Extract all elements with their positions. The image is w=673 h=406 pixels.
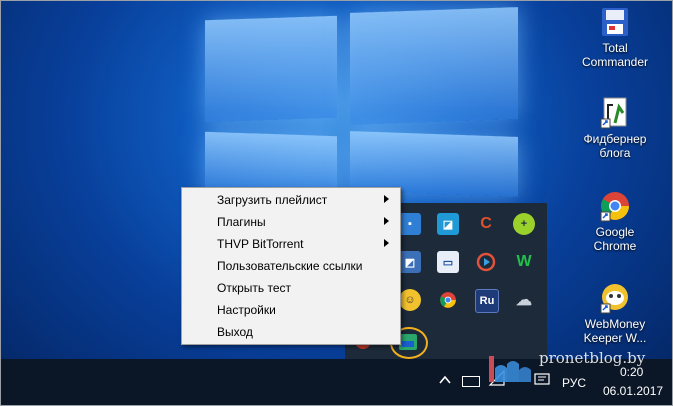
tray-app-icon-5[interactable]: ◩ [399,251,421,273]
desktop-icon-chrome[interactable]: Google Chrome [572,190,658,253]
tray-plus-icon[interactable]: + [513,213,535,235]
menu-item-label: THVP BitTorrent [217,237,304,251]
menu-item-label: Открыть тест [217,281,291,295]
battery-icon[interactable] [462,376,480,387]
tray-player-icon[interactable] [475,251,497,273]
tray-webmoney-icon[interactable]: ☺ [399,289,421,311]
menu-item-label: Загрузить плейлист [217,193,328,207]
chevron-up-icon[interactable] [438,373,452,387]
tray-app-icon-2[interactable]: ◪ [437,213,459,235]
watermark-bars-icon [489,356,531,382]
feedburner-shortcut-icon [599,97,631,129]
tray-window-icon[interactable]: ▭ [437,251,459,273]
tray-ccleaner-icon[interactable]: C [475,213,497,235]
menu-item-exit[interactable]: Выход [183,321,399,343]
clock-date[interactable]: 06.01.2017 [603,384,663,398]
submenu-arrow-icon [384,217,389,225]
watermark: pronetblog.by [487,346,657,386]
menu-item-settings[interactable]: Настройки [183,299,399,321]
desktop-icon-feedburner[interactable]: Фидбернер блога [572,97,658,160]
watermark-site: pronetblog.by [539,349,646,367]
desktop-icon-label: Фидбернер блога [583,132,647,160]
menu-item-open-test[interactable]: Открыть тест [183,277,399,299]
chrome-icon [599,190,631,222]
context-menu: Загрузить плейлист Плагины THVP BitTorre… [181,187,401,345]
tray-ru-icon[interactable]: Ru [475,289,499,313]
menu-item-load-playlist[interactable]: Загрузить плейлист [183,189,399,211]
tray-w-icon[interactable]: W [513,251,535,273]
menu-item-user-links[interactable]: Пользовательские ссылки [183,255,399,277]
menu-item-label: Настройки [217,303,276,317]
desktop-icon-label: WebMoney Keeper W... [583,317,647,345]
tray-app-icon-1[interactable]: ▪ [399,213,421,235]
desktop-icon-total-commander[interactable]: Total Commander [572,6,658,69]
tray-cloud-icon[interactable]: ☁ [513,289,535,311]
menu-item-label: Выход [217,325,253,339]
desktop-screen: Total Commander Фидбернер блога Google C… [0,0,673,406]
menu-item-plugins[interactable]: Плагины [183,211,399,233]
submenu-arrow-icon [384,195,389,203]
total-commander-icon [599,6,631,38]
desktop-icon-label: Total Commander [581,41,649,69]
desktop-icon-webmoney[interactable]: WebMoney Keeper W... [572,282,658,345]
submenu-arrow-icon [384,239,389,247]
menu-item-label: Пользовательские ссылки [217,259,363,273]
tray-chrome-icon[interactable] [437,289,459,311]
menu-item-label: Плагины [217,215,266,229]
desktop-icon-label: Google Chrome [593,225,637,253]
menu-item-bittorrent[interactable]: THVP BitTorrent [183,233,399,255]
webmoney-icon [599,282,631,314]
